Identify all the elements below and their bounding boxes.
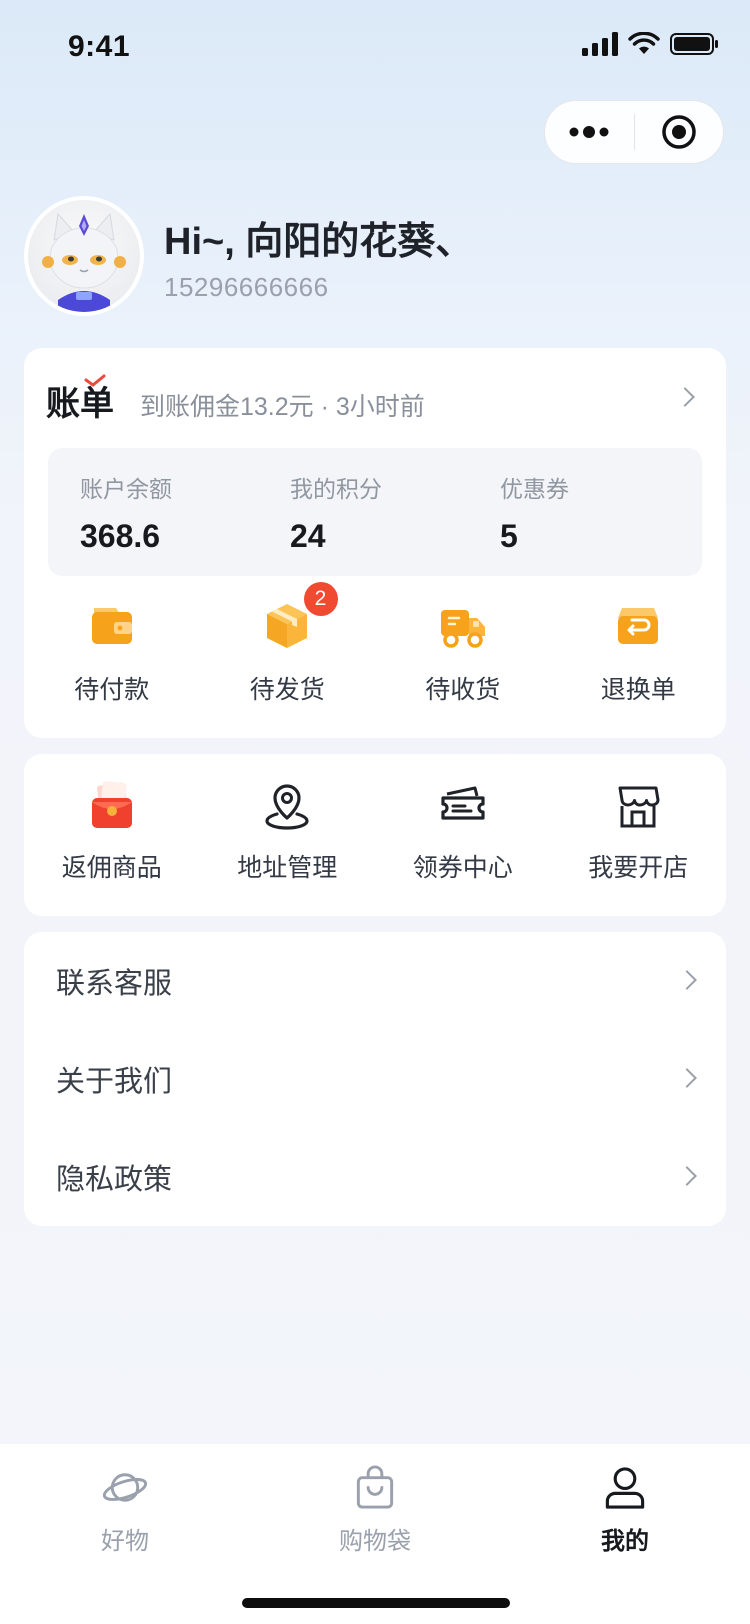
order-returns[interactable]: 退换单: [551, 598, 727, 708]
order-label: 退换单: [600, 676, 676, 704]
tool-rebate-products[interactable]: 返佣商品: [24, 780, 200, 916]
tab-label: 我的: [600, 1528, 649, 1555]
menu-item-privacy-policy[interactable]: 隐私政策: [24, 1128, 726, 1226]
bottom-tab-bar: 好物 购物袋 我的: [0, 1444, 750, 1624]
stat-label: 优惠券: [500, 476, 569, 502]
order-label: 待收货: [425, 676, 501, 704]
target-close-icon: [662, 115, 696, 149]
tab-mine[interactable]: 我的: [500, 1444, 750, 1556]
storefront-icon: [618, 786, 660, 828]
tool-label: 我要开店: [588, 854, 689, 882]
stat-label: 账户余额: [80, 476, 172, 502]
stat-coupons[interactable]: 优惠券 5: [500, 470, 569, 555]
menu-item-label: 联系客服: [56, 968, 173, 1000]
order-pending-shipment[interactable]: 2 待发货: [200, 582, 376, 708]
settings-menu: 联系客服 关于我们 隐私政策: [24, 932, 726, 1226]
bill-header[interactable]: 账单 到账佣金13.2元 · 3小时前: [46, 374, 425, 425]
more-dots-icon: [569, 126, 609, 138]
coupon-ticket-icon: [441, 786, 485, 820]
notification-badge: 2: [303, 582, 338, 616]
planet-icon: [102, 1473, 148, 1502]
bill-subtitle: 到账佣金13.2元 · 3小时前: [140, 393, 425, 421]
order-status-row: 待付款 2 待发货 待收货 退换单: [24, 582, 727, 708]
menu-item-label: 关于我们: [56, 1066, 173, 1098]
shopping-bag-icon: [356, 1465, 394, 1509]
tool-label: 返佣商品: [61, 854, 162, 882]
battery-icon: [670, 33, 718, 55]
stat-value: 24: [290, 518, 326, 554]
miniprogram-capsule: [544, 100, 724, 164]
home-indicator: [242, 1598, 510, 1608]
tools-card: 返佣商品 地址管理 领券中心 我要开店: [24, 754, 726, 916]
close-miniprogram-button[interactable]: [635, 101, 724, 163]
stat-value: 5: [500, 518, 518, 554]
tab-shopping-bag[interactable]: 购物袋: [250, 1444, 500, 1556]
stat-label: 我的积分: [290, 476, 382, 502]
tab-label: 购物袋: [338, 1528, 411, 1555]
cat-mascot-avatar-icon: [42, 212, 126, 312]
delivery-truck-icon: [440, 610, 485, 648]
return-icon: [618, 608, 659, 644]
bill-card: 账单 到账佣金13.2元 · 3小时前 账户余额 368.6 我的积分 24 优…: [24, 348, 726, 738]
title-tick-mark-icon: [84, 374, 106, 387]
bill-title: 账单: [46, 374, 114, 425]
wallet-icon: [91, 608, 132, 644]
avatar[interactable]: [24, 196, 144, 316]
profile-header: Hi~, 向阳的花葵、 15296666666: [24, 196, 724, 316]
red-packet-icon: [91, 781, 132, 828]
tool-address-management[interactable]: 地址管理: [200, 780, 376, 916]
tab-label: 好物: [100, 1528, 149, 1555]
order-pending-receipt[interactable]: 待收货: [375, 598, 551, 708]
location-pin-icon: [265, 784, 309, 830]
stat-balance[interactable]: 账户余额 368.6: [80, 470, 172, 555]
tab-list: 好物 购物袋 我的: [0, 1444, 750, 1556]
tool-open-store[interactable]: 我要开店: [551, 780, 727, 916]
order-label: 待付款: [74, 676, 150, 704]
chevron-right-icon: [677, 970, 697, 990]
tools-row: 返佣商品 地址管理 领券中心 我要开店: [24, 754, 726, 916]
status-bar: 9:41: [0, 0, 750, 96]
bill-chevron-right-icon[interactable]: [675, 387, 695, 407]
package-icon: [267, 604, 308, 648]
menu-item-about-us[interactable]: 关于我们: [24, 1030, 726, 1128]
order-pending-payment[interactable]: 待付款: [24, 598, 200, 708]
menu-item-label: 隐私政策: [56, 1164, 173, 1196]
status-icons: [582, 32, 720, 56]
cellular-signal-icon: [582, 32, 618, 56]
user-greeting: Hi~, 向阳的花葵、: [164, 221, 474, 263]
status-time: 9:41: [68, 30, 131, 63]
tool-label: 地址管理: [237, 854, 338, 882]
tool-label: 领券中心: [412, 854, 513, 882]
more-options-button[interactable]: [545, 101, 634, 163]
chevron-right-icon: [677, 1068, 697, 1088]
order-label: 待发货: [249, 676, 325, 704]
menu-item-customer-service[interactable]: 联系客服: [24, 932, 726, 1030]
stat-value: 368.6: [80, 518, 161, 554]
tab-goods[interactable]: 好物: [0, 1444, 250, 1556]
chevron-right-icon: [677, 1166, 697, 1186]
stat-points[interactable]: 我的积分 24: [290, 470, 382, 555]
user-phone: 15296666666: [164, 272, 329, 302]
tool-coupon-center[interactable]: 领券中心: [375, 780, 551, 916]
wifi-icon: [628, 32, 660, 54]
balance-summary: 账户余额 368.6 我的积分 24 优惠券 5: [48, 448, 702, 576]
user-icon: [605, 1467, 645, 1509]
